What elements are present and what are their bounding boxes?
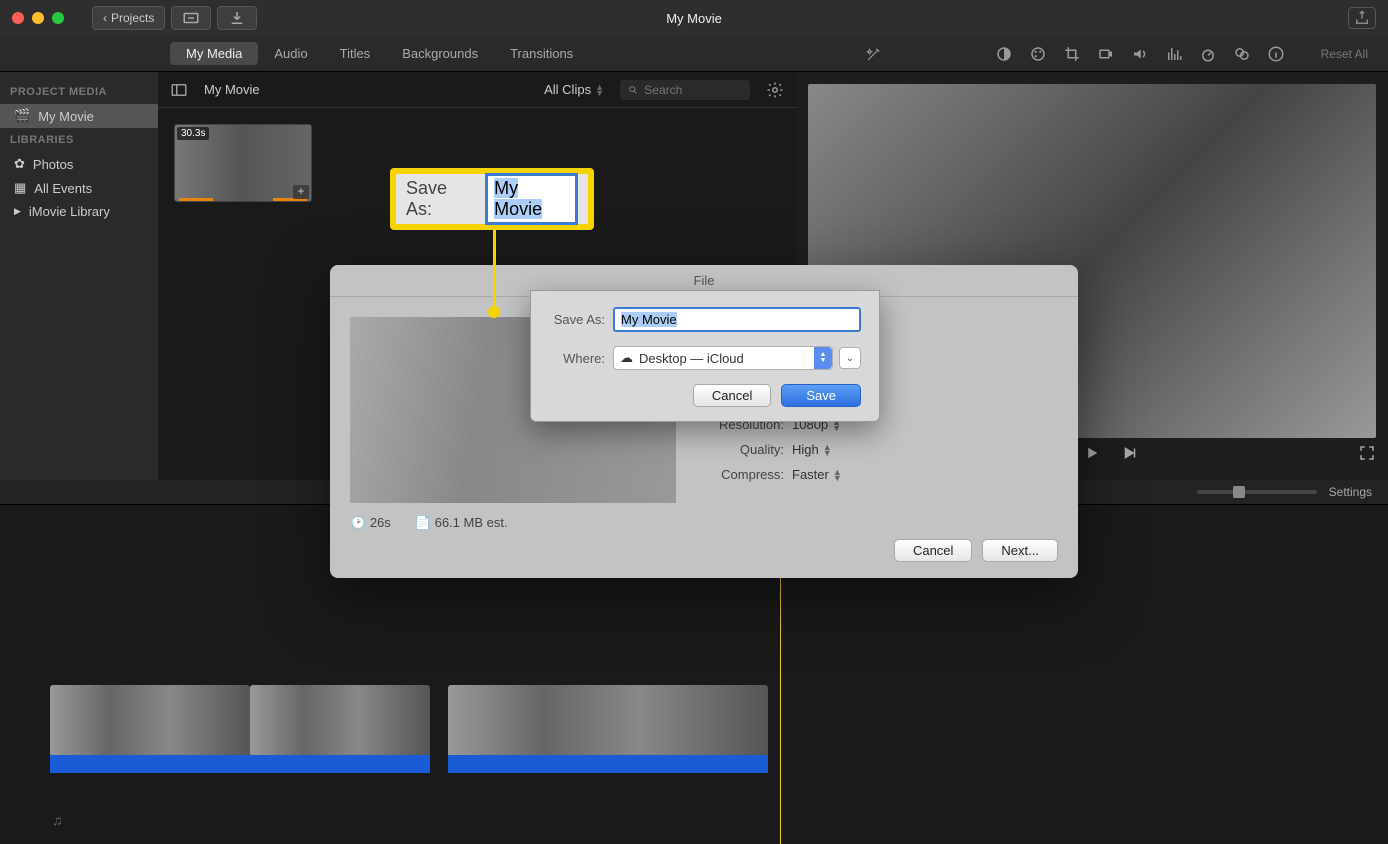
timeline-clips bbox=[50, 685, 768, 773]
flower-icon: ✿ bbox=[14, 156, 25, 172]
clock-icon: 🕑 bbox=[350, 515, 366, 530]
equalizer-icon[interactable] bbox=[1165, 45, 1183, 63]
sidebar-toggle-icon[interactable] bbox=[170, 81, 188, 99]
search-box[interactable] bbox=[620, 80, 750, 100]
fullscreen-icon[interactable] bbox=[1358, 444, 1376, 462]
expand-save-dialog-button[interactable]: ⌄ bbox=[839, 347, 861, 369]
file-icon: 📄 bbox=[415, 515, 431, 530]
clip-thumbnail[interactable]: 30.3s + bbox=[174, 124, 312, 202]
sidebar-item-label: All Events bbox=[34, 181, 92, 196]
play-icon[interactable] bbox=[1083, 444, 1101, 462]
export-next-button[interactable]: Next... bbox=[982, 539, 1058, 562]
tab-backgrounds[interactable]: Backgrounds bbox=[386, 42, 494, 65]
back-label: Projects bbox=[111, 11, 154, 25]
gear-icon[interactable] bbox=[766, 81, 784, 99]
callout-highlight: Save As: My Movie bbox=[390, 168, 594, 230]
updown-icon[interactable]: ▲▼ bbox=[823, 444, 832, 456]
sidebar-item-my-movie[interactable]: 🎬 My Movie bbox=[0, 104, 158, 128]
timeline-gap bbox=[430, 685, 448, 773]
zoom-slider[interactable] bbox=[1197, 490, 1317, 494]
import-icon bbox=[182, 9, 200, 27]
download-icon bbox=[228, 9, 246, 27]
save-confirm-button[interactable]: Save bbox=[781, 384, 861, 407]
updown-icon: ▲▼ bbox=[595, 84, 604, 96]
minimize-window-icon[interactable] bbox=[32, 12, 44, 24]
reset-all-button[interactable]: Reset All bbox=[1321, 47, 1368, 61]
close-window-icon[interactable] bbox=[12, 12, 24, 24]
updown-icon[interactable]: ▲▼ bbox=[833, 469, 842, 481]
tab-my-media[interactable]: My Media bbox=[170, 42, 258, 65]
quality-label: Quality: bbox=[700, 442, 784, 457]
saveas-label: Save As: bbox=[549, 312, 605, 327]
all-clips-dropdown[interactable]: All Clips ▲▼ bbox=[544, 82, 604, 97]
sidebar-item-label: iMovie Library bbox=[29, 204, 110, 219]
add-clip-icon[interactable]: + bbox=[293, 185, 309, 199]
compress-value: Faster bbox=[792, 467, 829, 482]
callout-label: Save As: bbox=[406, 178, 475, 220]
timeline-clip[interactable] bbox=[448, 685, 768, 773]
volume-icon[interactable] bbox=[1131, 45, 1149, 63]
save-sheet: Save As: Where: ☁︎ Desktop — iCloud ▲▼ ⌄… bbox=[530, 290, 880, 422]
sidebar-item-label: My Movie bbox=[38, 109, 94, 124]
color-palette-icon[interactable] bbox=[1029, 45, 1047, 63]
updown-icon: ▲▼ bbox=[814, 347, 832, 369]
next-frame-icon[interactable] bbox=[1121, 444, 1139, 462]
disclosure-triangle-icon: ▶ bbox=[14, 206, 21, 217]
tab-titles[interactable]: Titles bbox=[324, 42, 387, 65]
timeline-clip[interactable] bbox=[250, 685, 430, 773]
sidebar: PROJECT MEDIA 🎬 My Movie LIBRARIES ✿ Pho… bbox=[0, 72, 158, 480]
sidebar-item-imovie-library[interactable]: ▶ iMovie Library bbox=[0, 200, 158, 223]
slider-thumb-icon[interactable] bbox=[1233, 486, 1245, 498]
speed-icon[interactable] bbox=[1199, 45, 1217, 63]
allclips-label: All Clips bbox=[544, 82, 591, 97]
crop-icon[interactable] bbox=[1063, 45, 1081, 63]
callout-input-mock: My Movie bbox=[485, 173, 578, 225]
clip-duration-badge: 30.3s bbox=[177, 127, 209, 140]
saveas-input[interactable] bbox=[613, 307, 861, 332]
where-value: Desktop — iCloud bbox=[639, 351, 744, 366]
share-icon bbox=[1353, 9, 1371, 27]
sidebar-heading-libraries: LIBRARIES bbox=[0, 128, 158, 152]
tab-transitions[interactable]: Transitions bbox=[494, 42, 589, 65]
search-input[interactable] bbox=[644, 83, 742, 97]
callout-dot-icon bbox=[488, 306, 500, 318]
chevron-left-icon: ‹ bbox=[103, 11, 107, 25]
tab-audio[interactable]: Audio bbox=[258, 42, 323, 65]
browser-project-name: My Movie bbox=[204, 82, 260, 97]
clapper-icon: 🎬 bbox=[14, 108, 30, 124]
sidebar-heading-project: PROJECT MEDIA bbox=[0, 80, 158, 104]
contrast-icon[interactable] bbox=[995, 45, 1013, 63]
settings-label[interactable]: Settings bbox=[1329, 485, 1372, 499]
back-to-projects-button[interactable]: ‹ Projects bbox=[92, 6, 165, 30]
where-select[interactable]: ☁︎ Desktop — iCloud ▲▼ ⌄ bbox=[613, 346, 861, 370]
timeline-clip[interactable] bbox=[50, 685, 250, 773]
sidebar-item-photos[interactable]: ✿ Photos bbox=[0, 152, 158, 176]
info-icon[interactable] bbox=[1267, 45, 1285, 63]
export-filesize: 📄 66.1 MB est. bbox=[415, 515, 508, 531]
download-button[interactable] bbox=[217, 6, 257, 30]
callout-connector bbox=[493, 228, 496, 311]
magic-wand-icon[interactable] bbox=[865, 45, 883, 63]
window-controls bbox=[12, 12, 64, 24]
tabs-row: My Media Audio Titles Backgrounds Transi… bbox=[0, 36, 1388, 72]
search-icon bbox=[628, 84, 638, 96]
save-cancel-button[interactable]: Cancel bbox=[693, 384, 771, 407]
sidebar-item-all-events[interactable]: ▦ All Events bbox=[0, 176, 158, 200]
sidebar-item-label: Photos bbox=[33, 157, 73, 172]
where-label: Where: bbox=[549, 351, 605, 366]
import-media-button[interactable] bbox=[171, 6, 211, 30]
music-track-icon[interactable]: ♫ bbox=[52, 812, 63, 828]
filter-icon[interactable] bbox=[1233, 45, 1251, 63]
stabilize-icon[interactable] bbox=[1097, 45, 1115, 63]
grid-icon: ▦ bbox=[14, 180, 26, 196]
cloud-icon: ☁︎ bbox=[620, 350, 633, 366]
window-title: My Movie bbox=[666, 11, 722, 26]
export-cancel-button[interactable]: Cancel bbox=[894, 539, 972, 562]
quality-value: High bbox=[792, 442, 819, 457]
compress-label: Compress: bbox=[700, 467, 784, 482]
share-button[interactable] bbox=[1348, 7, 1376, 29]
export-duration: 🕑 26s bbox=[350, 515, 391, 531]
titlebar: ‹ Projects My Movie bbox=[0, 0, 1388, 36]
fullscreen-window-icon[interactable] bbox=[52, 12, 64, 24]
